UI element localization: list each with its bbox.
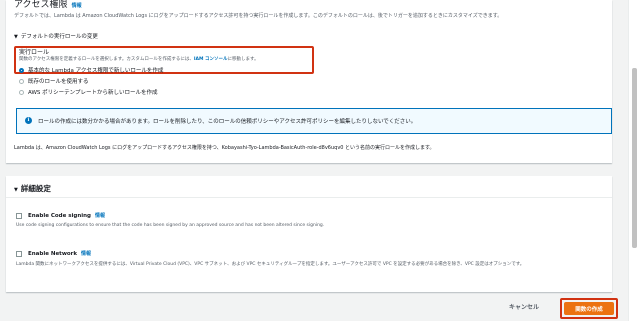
permissions-panel: アクセス権限 情報 デフォルトでは、Lambda は Amazon CloudWa… xyxy=(6,0,612,163)
permissions-title: アクセス権限 xyxy=(14,0,68,10)
radio-create-basic-role[interactable]: 基本的な Lambda アクセス権限で新しいロールを作成 xyxy=(19,66,163,74)
code-signing-option[interactable]: Enable Code signing 情報 xyxy=(16,212,105,219)
info-alert-text: ロールの作成には数分かかる場合があります。ロールを削除したり、このロールの信頼ポ… xyxy=(38,119,417,125)
scrollbar-thumb[interactable] xyxy=(632,68,637,248)
radio-icon[interactable] xyxy=(19,78,24,84)
iam-console-link[interactable]: IAM コンソール xyxy=(194,57,228,62)
caret-down-icon: ▼ xyxy=(14,34,18,40)
permissions-description: デフォルトでは、Lambda は Amazon CloudWatch Logs … xyxy=(14,13,503,19)
advanced-settings-title[interactable]: ▼ 詳細設定 xyxy=(14,183,51,194)
code-signing-checkbox[interactable] xyxy=(16,212,22,219)
code-signing-description: Use code signing configurations to ensur… xyxy=(16,223,325,228)
permissions-info-link[interactable]: 情報 xyxy=(72,3,82,9)
info-icon: i xyxy=(25,117,32,124)
network-description: Lambda 関数にネットワークアクセスを提供するには、Virtual Priv… xyxy=(16,262,525,267)
caret-down-icon: ▼ xyxy=(14,187,18,193)
role-creation-info-alert: i ロールの作成には数分かかる場合があります。ロールを削除したり、このロールの信… xyxy=(16,108,612,134)
expander-label: デフォルトの実行ロールの変更 xyxy=(20,34,98,40)
code-signing-info-link[interactable]: 情報 xyxy=(95,212,105,219)
radio-selected-icon[interactable] xyxy=(19,67,24,73)
execution-role-description: 関数のアクセス権限を定義するロールを選択します。カスタムロールを作成するには、I… xyxy=(19,56,259,62)
execution-role-label: 実行ロール xyxy=(19,49,50,56)
network-option[interactable]: Enable Network 情報 xyxy=(16,250,91,257)
permissions-heading: アクセス権限 情報 xyxy=(14,0,82,10)
network-label: Enable Network xyxy=(28,250,78,257)
radio-policy-template-role[interactable]: AWS ポリシーテンプレートから新しいロールを作成 xyxy=(19,88,157,96)
code-signing-label: Enable Code signing xyxy=(28,212,91,219)
radio-use-existing-role[interactable]: 既存のロールを使用する xyxy=(19,77,89,85)
advanced-settings-panel: ▼ 詳細設定 Enable Code signing 情報 Use code si… xyxy=(6,176,612,292)
change-default-role-expander[interactable]: ▼ デフォルトの実行ロールの変更 xyxy=(14,32,98,40)
radio-label: 既存のロールを使用する xyxy=(28,79,89,85)
create-function-button[interactable]: 関数の作成 xyxy=(564,302,614,315)
role-summary-text: Lambda は、Amazon CloudWatch Logs にログをアップロ… xyxy=(14,145,435,151)
cancel-button[interactable]: キャンセル xyxy=(509,302,539,311)
advanced-title-text: 詳細設定 xyxy=(20,184,51,193)
create-function-highlight: 関数の作成 xyxy=(560,298,618,319)
role-desc-suffix: に移動します。 xyxy=(227,57,259,62)
network-checkbox[interactable] xyxy=(16,250,22,257)
advanced-settings-header[interactable]: ▼ 詳細設定 xyxy=(6,176,612,198)
radio-label: AWS ポリシーテンプレートから新しいロールを作成 xyxy=(28,90,158,96)
role-desc-prefix: 関数のアクセス権限を定義するロールを選択します。カスタムロールを作成するには、 xyxy=(19,57,194,62)
radio-icon[interactable] xyxy=(19,89,24,95)
radio-label: 基本的な Lambda アクセス権限で新しいロールを作成 xyxy=(28,68,164,74)
network-info-link[interactable]: 情報 xyxy=(81,250,91,257)
